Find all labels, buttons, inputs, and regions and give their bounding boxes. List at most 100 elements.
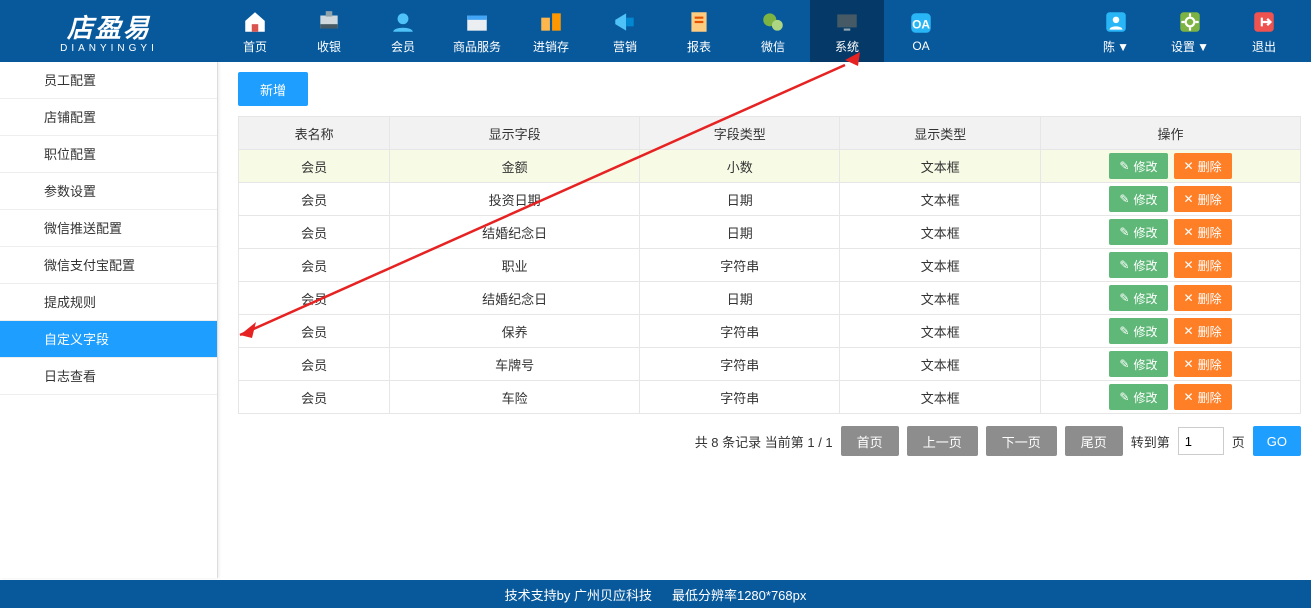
pager-page-input[interactable] — [1178, 427, 1224, 455]
custom-fields-table: 表名称显示字段字段类型显示类型操作 会员金额小数文本框✎修改✕删除会员投资日期日… — [238, 116, 1301, 414]
nav-label: 收银 — [317, 38, 341, 55]
nav-logout[interactable]: 退出 — [1227, 8, 1301, 55]
ops-cell: ✎修改 ✕删除 — [1041, 315, 1301, 348]
sidebar-item-7[interactable]: 自定义字段 — [0, 321, 217, 358]
nav-oa[interactable]: OA OA — [884, 0, 958, 62]
nav-label: OA — [912, 39, 929, 53]
oa-icon: OA — [907, 9, 935, 37]
close-icon: ✕ — [1184, 324, 1194, 338]
pager: 共 8 条记录 当前第 1 / 1 首页 上一页 下一页 尾页 转到第 页 GO — [238, 426, 1301, 456]
nav-user[interactable]: 陈▼ — [1079, 8, 1153, 55]
col-header: 字段类型 — [639, 117, 840, 150]
settings-icon — [1176, 8, 1204, 36]
nav-label: 首页 — [243, 38, 267, 55]
nav-member[interactable]: 会员 — [366, 0, 440, 62]
chevron-down-icon: ▼ — [1117, 40, 1129, 54]
delete-button[interactable]: ✕删除 — [1174, 252, 1232, 278]
pager-summary: 共 8 条记录 当前第 1 / 1 — [695, 432, 833, 451]
edit-button[interactable]: ✎修改 — [1109, 252, 1167, 278]
edit-button[interactable]: ✎修改 — [1109, 285, 1167, 311]
sidebar-item-5[interactable]: 微信支付宝配置 — [0, 247, 217, 284]
table-cell: 字符串 — [639, 249, 840, 282]
nav-report[interactable]: 报表 — [662, 0, 736, 62]
table-cell: 文本框 — [840, 282, 1041, 315]
delete-button[interactable]: ✕删除 — [1174, 219, 1232, 245]
goods-icon — [463, 8, 491, 36]
delete-button[interactable]: ✕删除 — [1174, 318, 1232, 344]
delete-button[interactable]: ✕删除 — [1174, 285, 1232, 311]
sidebar-item-6[interactable]: 提成规则 — [0, 284, 217, 321]
nav-label: 陈▼ — [1103, 38, 1129, 55]
table-cell: 文本框 — [840, 150, 1041, 183]
nav-stock[interactable]: 进销存 — [514, 0, 588, 62]
table-cell: 会员 — [239, 216, 390, 249]
pager-first-button[interactable]: 首页 — [841, 426, 899, 456]
edit-button[interactable]: ✎修改 — [1109, 318, 1167, 344]
sidebar-item-8[interactable]: 日志查看 — [0, 358, 217, 395]
close-icon: ✕ — [1184, 390, 1194, 404]
ops-cell: ✎修改 ✕删除 — [1041, 282, 1301, 315]
logout-icon — [1250, 8, 1278, 36]
nav-goods[interactable]: 商品服务 — [440, 0, 514, 62]
table-cell: 日期 — [639, 216, 840, 249]
edit-icon: ✎ — [1119, 192, 1129, 206]
table-cell: 保养 — [390, 315, 640, 348]
marketing-icon — [611, 8, 639, 36]
table-cell: 会员 — [239, 150, 390, 183]
pager-prev-button[interactable]: 上一页 — [907, 426, 978, 456]
pager-next-button[interactable]: 下一页 — [986, 426, 1057, 456]
nav-home[interactable]: 首页 — [218, 0, 292, 62]
table-cell: 会员 — [239, 183, 390, 216]
edit-button[interactable]: ✎修改 — [1109, 351, 1167, 377]
table-cell: 文本框 — [840, 315, 1041, 348]
table-cell: 结婚纪念日 — [390, 282, 640, 315]
ops-cell: ✎修改 ✕删除 — [1041, 150, 1301, 183]
table-cell: 字符串 — [639, 381, 840, 414]
stock-icon — [537, 8, 565, 36]
nav-cashier[interactable]: 收银 — [292, 0, 366, 62]
add-button[interactable]: 新增 — [238, 72, 308, 106]
edit-button[interactable]: ✎修改 — [1109, 153, 1167, 179]
nav-wechat[interactable]: 微信 — [736, 0, 810, 62]
main-content: 新增 表名称显示字段字段类型显示类型操作 会员金额小数文本框✎修改✕删除会员投资… — [218, 62, 1311, 578]
table-cell: 会员 — [239, 315, 390, 348]
table-cell: 会员 — [239, 249, 390, 282]
system-icon — [833, 8, 861, 36]
table-cell: 会员 — [239, 381, 390, 414]
nav-label: 营销 — [613, 38, 637, 55]
footer-resolution: 最低分辨率1280*768px — [672, 585, 806, 604]
top-nav-right: 陈▼ 设置▼ 退出 — [1079, 8, 1311, 55]
pager-last-button[interactable]: 尾页 — [1065, 426, 1123, 456]
edit-button[interactable]: ✎修改 — [1109, 384, 1167, 410]
table-cell: 会员 — [239, 282, 390, 315]
sidebar-item-0[interactable]: 员工配置 — [0, 62, 217, 99]
top-nav: 首页 收银 会员商品服务进销存 营销 报表微信 系统 OA OA — [218, 0, 1079, 62]
table-cell: 日期 — [639, 282, 840, 315]
nav-label: 设置▼ — [1171, 38, 1209, 55]
table-row: 会员保养字符串文本框✎修改✕删除 — [239, 315, 1301, 348]
pager-go-button[interactable]: GO — [1253, 426, 1301, 456]
nav-label: 进销存 — [533, 38, 569, 55]
nav-marketing[interactable]: 营销 — [588, 0, 662, 62]
sidebar-item-2[interactable]: 职位配置 — [0, 136, 217, 173]
sidebar-item-1[interactable]: 店铺配置 — [0, 99, 217, 136]
svg-text:OA: OA — [912, 17, 930, 31]
logo-cn: 店盈易 — [67, 8, 151, 45]
table-cell: 文本框 — [840, 216, 1041, 249]
edit-button[interactable]: ✎修改 — [1109, 219, 1167, 245]
delete-button[interactable]: ✕删除 — [1174, 153, 1232, 179]
ops-cell: ✎修改 ✕删除 — [1041, 249, 1301, 282]
top-header: 店盈易 DIANYINGYI 首页收银会员商品服务进销存营销报表微信系统OAOA… — [0, 0, 1311, 62]
nav-label: 微信 — [761, 38, 785, 55]
nav-system[interactable]: 系统 — [810, 0, 884, 62]
col-header: 操作 — [1041, 117, 1301, 150]
footer-support: 技术支持by 广州贝应科技 — [505, 585, 652, 604]
sidebar-item-4[interactable]: 微信推送配置 — [0, 210, 217, 247]
delete-button[interactable]: ✕删除 — [1174, 186, 1232, 212]
sidebar-item-3[interactable]: 参数设置 — [0, 173, 217, 210]
edit-button[interactable]: ✎修改 — [1109, 186, 1167, 212]
delete-button[interactable]: ✕删除 — [1174, 351, 1232, 377]
nav-settings[interactable]: 设置▼ — [1153, 8, 1227, 55]
delete-button[interactable]: ✕删除 — [1174, 384, 1232, 410]
table-cell: 车牌号 — [390, 348, 640, 381]
